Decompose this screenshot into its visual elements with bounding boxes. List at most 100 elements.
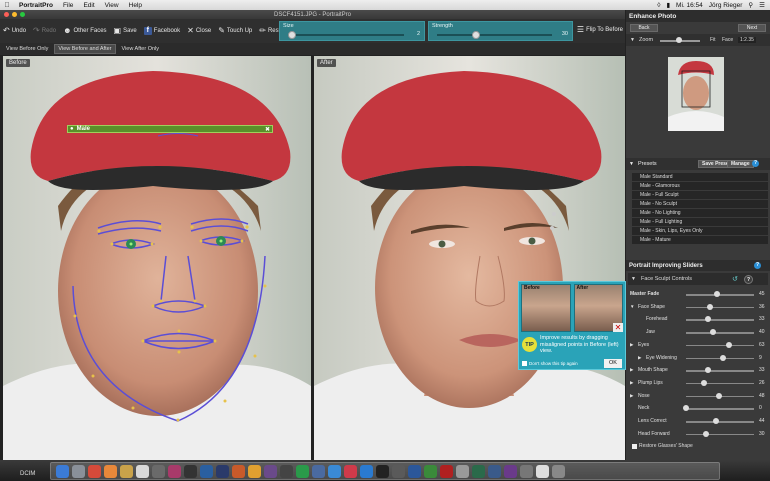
face-label-bar[interactable]: ● Male ✖: [67, 125, 273, 133]
preset-item[interactable]: Male - No Lighting: [632, 209, 768, 217]
size-slider-knob[interactable]: [287, 31, 296, 39]
tab-view-after-only[interactable]: View After Only: [118, 44, 164, 54]
dock-app-icon[interactable]: [136, 464, 149, 478]
menubar-user[interactable]: Jörg Rieger: [709, 2, 743, 9]
preset-item[interactable]: Male - Mature: [632, 236, 768, 244]
dock-app-icon[interactable]: [152, 464, 165, 478]
checkbox-box[interactable]: [632, 443, 637, 449]
slider-knob[interactable]: [700, 379, 707, 386]
slider-knob[interactable]: [683, 405, 689, 412]
undo-button[interactable]: ↶ Undo: [3, 27, 26, 35]
dock-app-icon[interactable]: [248, 464, 261, 478]
dock-app-icon[interactable]: [232, 464, 245, 478]
dock-app-icon[interactable]: [552, 464, 565, 478]
strength-slider-knob[interactable]: [471, 31, 480, 39]
face-zoom-button[interactable]: Face: [722, 37, 733, 43]
back-button[interactable]: Back: [630, 24, 658, 32]
dock-app-icon[interactable]: [184, 464, 197, 478]
preset-item[interactable]: Male - Full Lighting: [632, 218, 768, 226]
close-window-icon[interactable]: [4, 12, 9, 17]
face-label-close-icon[interactable]: ✖: [265, 126, 270, 133]
battery-icon[interactable]: ▮: [666, 1, 670, 9]
preset-item[interactable]: Male Standard: [632, 173, 768, 181]
menu-edit[interactable]: Edit: [78, 2, 99, 9]
dock-app-icon[interactable]: [56, 464, 69, 478]
collapse-presets-icon[interactable]: ▼: [629, 161, 634, 167]
zoom-window-icon[interactable]: [20, 12, 25, 17]
dock-app-icon[interactable]: [360, 464, 373, 478]
slider-knob[interactable]: [705, 316, 712, 323]
dock-app-icon[interactable]: [168, 464, 181, 478]
slider-knob[interactable]: [705, 367, 712, 374]
menubar-clock[interactable]: Mi. 16:54: [676, 2, 703, 9]
zoom-slider-knob[interactable]: [676, 37, 682, 43]
dock-app-icon[interactable]: [200, 464, 213, 478]
slider-track[interactable]: [686, 433, 754, 436]
dock-app-icon[interactable]: [376, 464, 389, 478]
sliders-help-icon[interactable]: ?: [754, 262, 761, 269]
dock-app-icon[interactable]: [472, 464, 485, 478]
slider-knob[interactable]: [715, 392, 722, 399]
dock-app-icon[interactable]: [344, 464, 357, 478]
reset-icon[interactable]: ↺: [732, 275, 738, 283]
collapse-sculpt-icon[interactable]: ▼: [631, 276, 636, 282]
expand-arrow-icon[interactable]: ▶: [630, 393, 633, 399]
preset-item[interactable]: Male - No Sculpt: [632, 200, 768, 208]
next-button[interactable]: Next: [738, 24, 766, 32]
presets-help-icon[interactable]: ?: [752, 160, 759, 167]
slider-track[interactable]: [686, 294, 754, 296]
slider-knob[interactable]: [712, 418, 719, 424]
slider-knob[interactable]: [707, 303, 714, 310]
menu-app[interactable]: PortraitPro: [14, 2, 58, 9]
face-sculpt-group-header[interactable]: ▼ Face Sculpt Controls ↺ ?: [628, 273, 768, 285]
expand-arrow-icon[interactable]: ▼: [630, 304, 634, 309]
slider-track[interactable]: [686, 319, 754, 321]
slider-track[interactable]: [686, 332, 754, 334]
dock-app-icon[interactable]: [520, 464, 533, 478]
navigator-thumbnail[interactable]: [668, 57, 724, 131]
tip-close-icon[interactable]: ✕: [613, 323, 623, 332]
checkbox-box[interactable]: [522, 361, 527, 366]
dock-app-icon[interactable]: [216, 464, 229, 478]
expand-arrow-icon[interactable]: ▶: [630, 380, 633, 386]
minimize-window-icon[interactable]: [12, 12, 17, 17]
menu-file[interactable]: File: [58, 2, 78, 9]
dock-app-icon[interactable]: [456, 464, 469, 478]
slider-knob[interactable]: [710, 329, 717, 336]
slider-knob[interactable]: [725, 341, 732, 348]
dock-app-icon[interactable]: [280, 464, 293, 478]
menu-view[interactable]: View: [100, 2, 124, 9]
slider-knob[interactable]: [713, 291, 720, 297]
dock-app-icon[interactable]: [120, 464, 133, 478]
menu-help[interactable]: Help: [124, 2, 147, 9]
dock-app-icon[interactable]: [408, 464, 421, 478]
preset-item[interactable]: Male - Full Sculpt: [632, 191, 768, 199]
expand-arrow-icon[interactable]: ▶: [630, 367, 633, 373]
other-faces-button[interactable]: ☻ Other Faces: [63, 27, 106, 35]
redo-button[interactable]: ↷ Redo: [33, 27, 56, 35]
facebook-button[interactable]: f Facebook: [143, 27, 180, 35]
touch-up-button[interactable]: ✎ Touch Up: [218, 27, 252, 35]
slider-track[interactable]: [686, 408, 754, 410]
tab-view-before-and-after[interactable]: View Before and After: [54, 44, 116, 54]
fit-button[interactable]: Fit: [710, 37, 716, 43]
slider-track[interactable]: [686, 421, 754, 423]
manage-presets-button[interactable]: Manage: [727, 160, 754, 168]
dock-app-icon[interactable]: [392, 464, 405, 478]
dock-app-icon[interactable]: [296, 464, 309, 478]
tab-view-before-only[interactable]: View Before Only: [2, 44, 52, 54]
dock-app-icon[interactable]: [328, 464, 341, 478]
restore-glasses-checkbox[interactable]: Restore Glasses' Shape: [632, 443, 693, 449]
after-view[interactable]: After: [314, 56, 625, 460]
dock-app-icon[interactable]: [312, 464, 325, 478]
dont-show-tip-checkbox[interactable]: Don't show this tip again: [522, 361, 578, 366]
before-view[interactable]: Before ● Male ✖: [3, 56, 311, 460]
dock-app-icon[interactable]: [440, 464, 453, 478]
slider-knob[interactable]: [703, 430, 710, 437]
spotlight-icon[interactable]: ⚲: [748, 1, 753, 9]
slider-track[interactable]: [686, 382, 754, 385]
dock-app-icon[interactable]: [424, 464, 437, 478]
preset-item[interactable]: Male - Skin, Lips, Eyes Only: [632, 227, 768, 235]
expand-arrow-icon[interactable]: ▶: [638, 355, 641, 361]
notification-center-icon[interactable]: ☰: [759, 1, 765, 9]
